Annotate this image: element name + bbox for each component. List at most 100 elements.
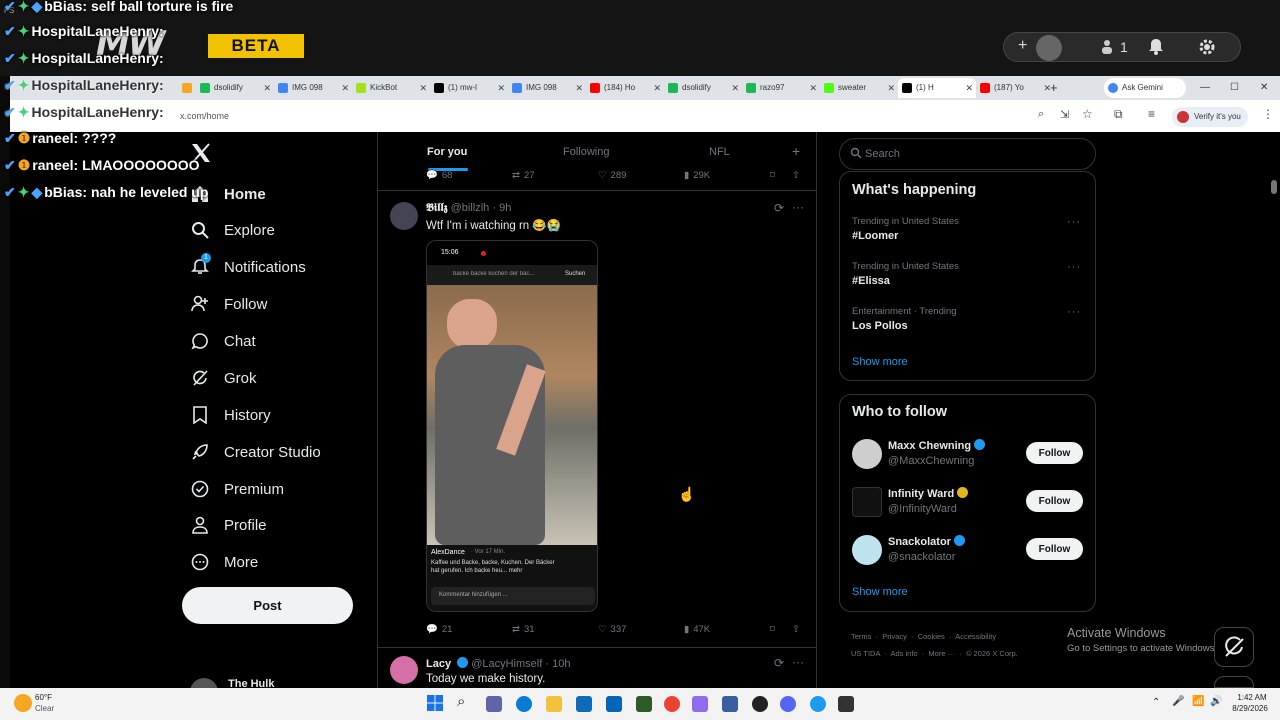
app-icon[interactable] bbox=[810, 696, 826, 712]
scrollbar-thumb[interactable] bbox=[1271, 180, 1277, 194]
bookmark-icon[interactable]: ⌑ bbox=[770, 170, 775, 181]
share-icon[interactable]: ⇧ bbox=[792, 170, 800, 181]
taskbar-search-icon[interactable]: ⌕ bbox=[457, 693, 465, 710]
close-icon[interactable]: ✕ bbox=[575, 78, 583, 98]
sidebar-item-profile[interactable]: Profile bbox=[190, 515, 267, 535]
reply-action[interactable]: 💬 68 bbox=[426, 170, 452, 181]
search-input[interactable]: Search bbox=[839, 138, 1096, 170]
views-action[interactable]: ▮ 47K bbox=[684, 624, 710, 635]
file-explorer-icon[interactable] bbox=[546, 696, 562, 712]
close-icon[interactable]: ✕ bbox=[497, 78, 505, 98]
more-icon[interactable]: ··· bbox=[1067, 261, 1081, 273]
footer-link[interactable]: US TIDA bbox=[851, 649, 880, 658]
bell-icon[interactable] bbox=[1148, 38, 1164, 60]
browser-tab[interactable]: dsolidify ✕ bbox=[196, 78, 274, 98]
tweet-time[interactable]: 10h bbox=[552, 658, 570, 670]
like-action[interactable]: ♡ 337 bbox=[598, 624, 626, 635]
address-bar[interactable]: x.com/home bbox=[180, 108, 680, 124]
new-tab-button[interactable]: + bbox=[1046, 78, 1066, 98]
browser-tab[interactable]: (1) mw-l ✕ bbox=[430, 78, 508, 98]
browser-tab[interactable]: razo97 ✕ bbox=[742, 78, 820, 98]
tweet-time[interactable]: 9h bbox=[499, 202, 511, 214]
app-icon[interactable] bbox=[752, 696, 768, 712]
plus-icon[interactable]: + bbox=[1018, 37, 1027, 55]
app-icon[interactable] bbox=[722, 696, 738, 712]
grok-floating-button[interactable] bbox=[1214, 627, 1254, 667]
tray-chevron-icon[interactable]: ⌃ bbox=[1152, 697, 1160, 708]
network-icon[interactable]: 📶 bbox=[1192, 696, 1204, 707]
sidebar-item-grok[interactable]: Grok bbox=[190, 368, 257, 388]
close-icon[interactable]: ✕ bbox=[965, 78, 973, 98]
avatar[interactable] bbox=[852, 487, 882, 517]
close-window-icon[interactable]: ✕ bbox=[1258, 78, 1272, 98]
sidebar-item-follow[interactable]: Follow bbox=[190, 294, 267, 314]
suggestion-name[interactable]: Maxx Chewning bbox=[888, 439, 986, 452]
footer-link[interactable]: Privacy bbox=[882, 632, 907, 641]
trend-title[interactable]: Los Pollos bbox=[852, 320, 908, 332]
footer-link[interactable]: Terms bbox=[851, 632, 871, 641]
app-icon[interactable] bbox=[838, 696, 854, 712]
browser-tab[interactable]: IMG 098 ✕ bbox=[508, 78, 586, 98]
bookmark-icon[interactable]: ⌑ bbox=[770, 624, 775, 635]
outlook-icon[interactable] bbox=[606, 696, 622, 712]
close-icon[interactable]: ✕ bbox=[731, 78, 739, 98]
mic-icon[interactable]: 🎤 bbox=[1172, 696, 1184, 707]
repost-action[interactable]: ⇄ 27 bbox=[512, 170, 535, 181]
app-icon[interactable] bbox=[692, 696, 708, 712]
browser-tab[interactable]: KickBot ✕ bbox=[352, 78, 430, 98]
grok-icon[interactable]: ⟳ bbox=[774, 201, 784, 215]
edge-icon[interactable] bbox=[516, 696, 532, 712]
avatar[interactable] bbox=[852, 439, 882, 469]
sidebar-item-premium[interactable]: Premium bbox=[190, 479, 284, 499]
volume-icon[interactable]: 🔊 bbox=[1210, 696, 1222, 707]
suggestion-name[interactable]: Snackolator bbox=[888, 535, 965, 548]
more-icon[interactable]: ··· bbox=[1067, 216, 1081, 228]
gear-icon[interactable] bbox=[1198, 38, 1216, 60]
weather-temp[interactable]: 60°F bbox=[35, 693, 52, 702]
footer-link[interactable]: Cookies bbox=[918, 632, 945, 641]
extensions-icon[interactable]: ⧉ bbox=[1114, 107, 1123, 122]
sidebar-item-explore[interactable]: Explore bbox=[190, 220, 275, 240]
browser-tab[interactable]: dsolidify ✕ bbox=[664, 78, 742, 98]
more-icon[interactable]: ··· bbox=[1067, 306, 1081, 318]
chrome-icon[interactable] bbox=[664, 696, 680, 712]
browser-tab[interactable]: IMG 098 ✕ bbox=[274, 78, 352, 98]
tab-for-you[interactable]: For you bbox=[427, 146, 467, 158]
avatar[interactable] bbox=[390, 202, 418, 230]
tab-following[interactable]: Following bbox=[563, 146, 609, 158]
close-icon[interactable]: ✕ bbox=[419, 78, 427, 98]
repost-action[interactable]: ⇄ 31 bbox=[512, 624, 535, 635]
sidebar-item-history[interactable]: History bbox=[190, 405, 271, 425]
browser-tab-active[interactable]: (1) H ✕ bbox=[898, 78, 976, 98]
show-more-link[interactable]: Show more bbox=[852, 586, 908, 598]
add-tab-button[interactable]: + bbox=[792, 143, 800, 159]
teams-icon[interactable] bbox=[486, 696, 502, 712]
suggestion-name[interactable]: Infinity Ward bbox=[888, 487, 969, 500]
more-icon[interactable]: ··· bbox=[792, 655, 804, 669]
footer-link[interactable]: Ads info bbox=[890, 649, 917, 658]
app-icon[interactable] bbox=[636, 696, 652, 712]
discord-icon[interactable] bbox=[780, 696, 796, 712]
sidebar-item-creator-studio[interactable]: Creator Studio bbox=[190, 442, 321, 462]
close-icon[interactable]: ✕ bbox=[653, 78, 661, 98]
clock-time[interactable]: 1:42 AM bbox=[1234, 693, 1270, 702]
sidebar-item-notifications[interactable]: 1 Notifications bbox=[190, 253, 306, 277]
party-icon[interactable] bbox=[1098, 38, 1116, 60]
close-icon[interactable]: ✕ bbox=[341, 78, 349, 98]
menu-icon[interactable]: ⋮ bbox=[1262, 107, 1274, 121]
close-icon[interactable]: ✕ bbox=[809, 78, 817, 98]
like-action[interactable]: ♡ 289 bbox=[598, 170, 626, 181]
more-icon[interactable]: ··· bbox=[792, 200, 804, 214]
reading-list-icon[interactable]: ≡ bbox=[1148, 107, 1155, 121]
suggestion-handle[interactable]: @snackolator bbox=[888, 551, 955, 563]
follow-button[interactable]: Follow bbox=[1026, 490, 1083, 512]
ask-gemini-button[interactable]: Ask Gemini bbox=[1104, 78, 1186, 98]
share-icon[interactable]: ⇧ bbox=[792, 624, 800, 635]
footer-link[interactable]: More ··· bbox=[928, 649, 955, 658]
reply-action[interactable]: 💬 21 bbox=[426, 624, 452, 635]
zoom-icon[interactable]: ⌕ bbox=[1038, 108, 1044, 121]
close-icon[interactable]: ✕ bbox=[887, 78, 895, 98]
store-icon[interactable] bbox=[576, 696, 592, 712]
messages-floating-button[interactable] bbox=[1214, 676, 1254, 688]
install-icon[interactable]: ⇲ bbox=[1060, 108, 1069, 121]
